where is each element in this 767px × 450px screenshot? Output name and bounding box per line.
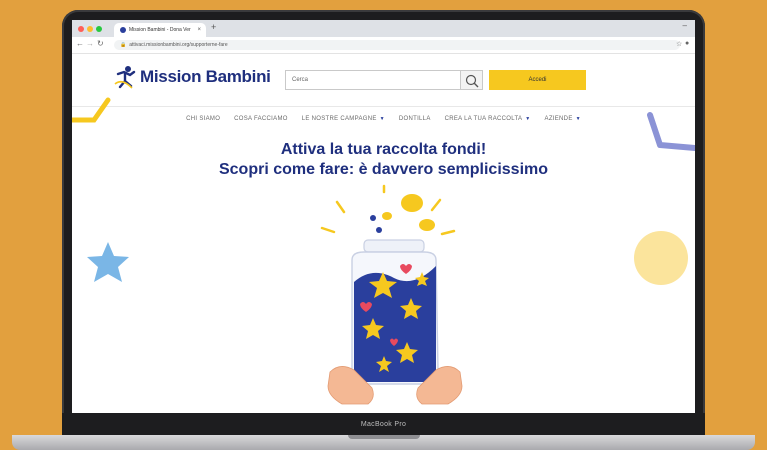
decor-blue-star (87, 242, 129, 282)
coin-3 (382, 212, 392, 220)
decor-yellow-circle (634, 231, 688, 285)
browser-window: Mission Bambini - Dona Ver × + – ← → ↻ 🔒… (72, 20, 695, 413)
jar-icon (351, 239, 439, 385)
coin-bubble-1 (370, 215, 376, 221)
chevron-down-icon: ▼ (379, 116, 385, 122)
coin-bubble-2 (376, 227, 382, 233)
hero-title: Attiva la tua raccolta fondi! (280, 141, 487, 158)
menu-item-crea-raccolta[interactable]: CREA LA TUA RACCOLTA ▼ (445, 116, 531, 122)
coin-2 (419, 219, 435, 231)
menu-item-cosa-facciamo[interactable]: COSA FACCIAMO (234, 116, 288, 122)
chevron-down-icon: ▼ (575, 116, 581, 122)
laptop-chin: MacBook Pro (62, 413, 705, 435)
device-label: MacBook Pro (360, 421, 407, 428)
base-notch (348, 435, 420, 439)
chevron-down-icon: ▼ (525, 116, 531, 122)
hero-illustration (72, 97, 695, 405)
menu-item-campagne[interactable]: LE NOSTRE CAMPAGNE ▼ (302, 116, 385, 122)
menu-item-dontilla[interactable]: DONTILLA (399, 116, 431, 122)
coin-1 (401, 194, 423, 212)
main-menu: CHI SIAMO COSA FACCIAMO LE NOSTRE CAMPAG… (72, 116, 695, 128)
menu-item-aziende[interactable]: AZIENDE ▼ (545, 116, 581, 122)
hero-subtitle: Scopri come fare: è davvero semplicissim… (218, 161, 549, 178)
menu-item-chi-siamo[interactable]: CHI SIAMO (186, 116, 220, 122)
laptop-base (12, 435, 755, 450)
